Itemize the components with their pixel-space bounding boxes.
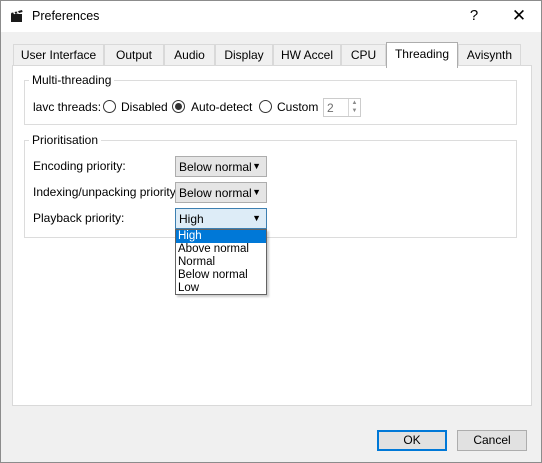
window-title: Preferences [32,9,100,23]
indexing-priority-value: Below normal [179,186,252,200]
playback-priority-select[interactable]: High ▼ [175,208,267,229]
radio-custom[interactable] [259,100,272,113]
dropdown-option-above-normal[interactable]: Above normal [176,243,266,256]
radio-disabled-label[interactable]: Disabled [121,100,168,114]
tab-avisynth[interactable]: Avisynth [458,44,521,66]
custom-threads-spinner[interactable]: 2 ▲ ▼ [323,98,361,117]
tab-cpu[interactable]: CPU [341,44,386,66]
chevron-down-icon: ▼ [252,187,261,197]
chevron-down-icon: ▼ [252,161,261,171]
custom-threads-value: 2 [327,101,334,115]
tab-display[interactable]: Display [215,44,273,66]
spin-up-icon[interactable]: ▲ [349,99,360,107]
radio-disabled[interactable] [103,100,116,113]
radio-auto-detect-label[interactable]: Auto-detect [191,100,252,114]
chevron-down-icon: ▼ [252,213,261,223]
playback-priority-dropdown: High Above normal Normal Below normal Lo… [175,229,267,295]
tab-hw-accel[interactable]: HW Accel [273,44,341,66]
multithreading-group-title: Multi-threading [29,73,115,87]
indexing-priority-label: Indexing/unpacking priority: [33,185,180,199]
dropdown-option-normal[interactable]: Normal [176,256,266,269]
clapperboard-icon [10,9,24,23]
dropdown-option-below-normal[interactable]: Below normal [176,269,266,282]
tab-audio[interactable]: Audio [164,44,215,66]
close-button[interactable]: ✕ [497,2,541,30]
indexing-priority-select[interactable]: Below normal ▼ [175,182,267,203]
spin-down-icon[interactable]: ▼ [349,107,360,115]
dropdown-option-high[interactable]: High [176,230,266,243]
radio-auto-detect[interactable] [172,100,185,113]
prioritisation-group-title: Prioritisation [29,133,102,147]
lavc-threads-label: lavc threads: [33,100,102,114]
tab-user-interface[interactable]: User Interface [13,44,104,66]
cancel-button[interactable]: Cancel [457,430,527,451]
playback-priority-value: High [179,212,204,226]
title-bar: Preferences ? ✕ [1,1,541,32]
radio-custom-label[interactable]: Custom [277,100,318,114]
encoding-priority-value: Below normal [179,160,252,174]
tab-output[interactable]: Output [104,44,164,66]
preferences-dialog: Preferences ? ✕ User Interface Output Au… [0,0,542,463]
dropdown-option-low[interactable]: Low [176,282,266,295]
spinner-arrows[interactable]: ▲ ▼ [348,99,360,116]
tab-threading[interactable]: Threading [386,42,458,68]
help-button[interactable]: ? [463,2,485,30]
encoding-priority-select[interactable]: Below normal ▼ [175,156,267,177]
playback-priority-label: Playback priority: [33,211,125,225]
ok-button[interactable]: OK [377,430,447,451]
encoding-priority-label: Encoding priority: [33,159,126,173]
